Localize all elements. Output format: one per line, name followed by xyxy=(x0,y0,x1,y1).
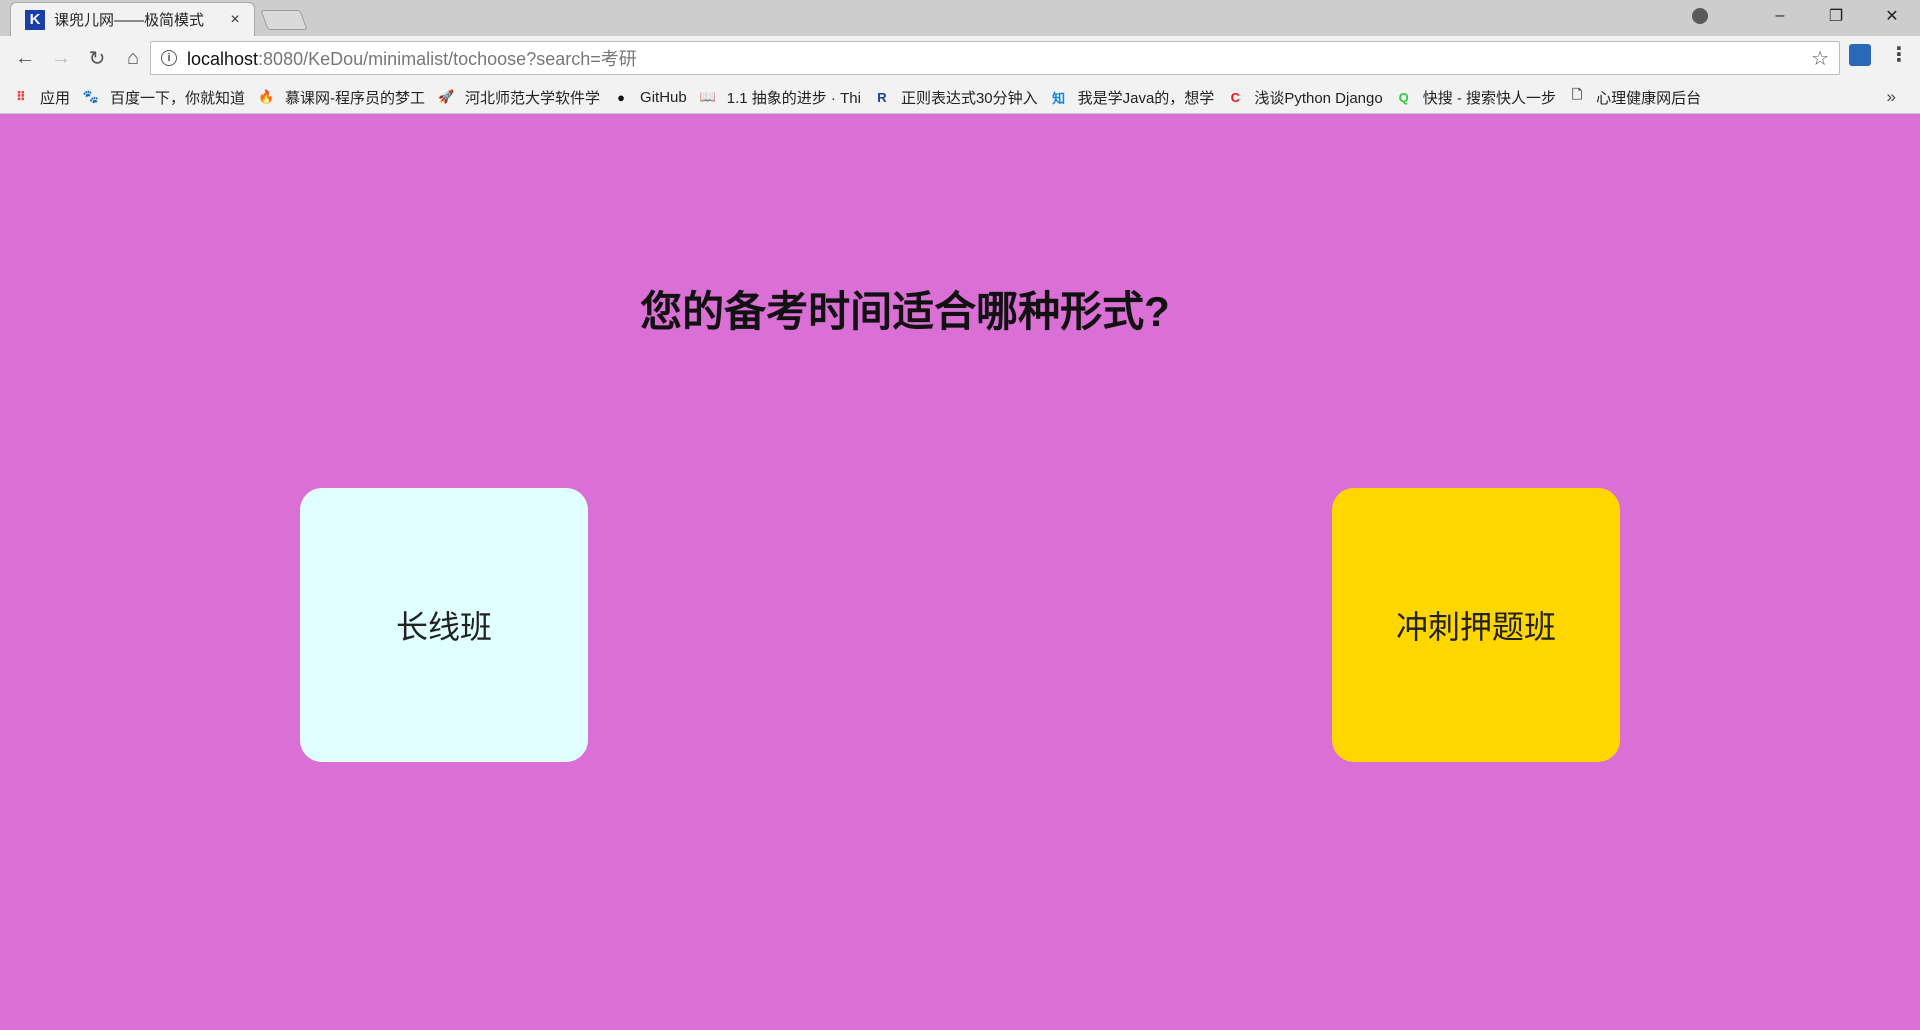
reload-button[interactable]: ↻ xyxy=(80,42,114,76)
page-content: 您的备考时间适合哪种形式? 长线班 冲刺押题班 xyxy=(0,115,1920,1030)
back-button[interactable]: ← xyxy=(8,42,42,76)
page-question-heading: 您的备考时间适合哪种形式? xyxy=(640,288,1170,335)
bookmark-item[interactable]: ● GitHub xyxy=(612,88,687,106)
kuaisou-icon: Q xyxy=(1398,89,1409,105)
bookmark-label: 我是学Java的，想学 xyxy=(1077,89,1215,107)
bookmark-item[interactable]: R 正则表达式30分钟入 xyxy=(873,87,1038,108)
site-info-icon[interactable]: i xyxy=(161,50,177,66)
bookmark-item[interactable]: C 浅谈Python Django xyxy=(1226,87,1383,108)
bookmark-star-icon[interactable]: ☆ xyxy=(1811,46,1829,71)
tab-title: 课兜儿网——极简模式 xyxy=(54,12,205,29)
bookmark-label: GitHub xyxy=(640,88,687,106)
book-icon: 📖 xyxy=(699,89,716,104)
zhihu-icon: 知 xyxy=(1052,90,1066,106)
tab-strip: K 课兜儿网——极简模式 × – ❐ ✕ xyxy=(0,0,1920,36)
bookmark-item[interactable]: 🐾 百度一下，你就知道 xyxy=(82,87,245,108)
github-icon: ● xyxy=(617,89,625,105)
bookmark-item[interactable]: 🚀 河北师范大学软件学 xyxy=(437,87,600,108)
extension-icon[interactable] xyxy=(1849,44,1871,66)
bookmarks-overflow-button[interactable]: » xyxy=(1887,87,1896,107)
bookmark-label: 百度一下，你就知道 xyxy=(110,89,246,107)
window-controls: – ❐ ✕ xyxy=(1692,0,1920,32)
restore-button[interactable]: ❐ xyxy=(1808,0,1864,32)
browser-menu-icon[interactable]: ⋮ xyxy=(1889,42,1909,67)
home-button[interactable]: ⌂ xyxy=(116,42,150,76)
bookmarks-bar: ⠿ 应用 🐾 百度一下，你就知道 🔥 慕课网-程序员的梦工 🚀 河北师范大学软件学 ● GitHu… xyxy=(0,81,1920,114)
bookmark-item[interactable]: 知我是学Java的，想学 xyxy=(1050,87,1215,108)
page-icon: 🗋 xyxy=(1571,87,1583,102)
close-window-button[interactable]: ✕ xyxy=(1864,0,1920,32)
url-host: localhost xyxy=(187,49,259,69)
site-favicon-icon: K xyxy=(25,9,45,30)
bookmark-item[interactable]: 🗋 心理健康网后台 xyxy=(1568,87,1701,108)
bookmark-label: 1.1 抽象的进步 · Thi xyxy=(726,89,861,107)
bookmark-item[interactable]: ⠿ 应用 xyxy=(12,87,70,108)
long-term-class-option[interactable]: 长线班 xyxy=(300,488,588,762)
baidu-paw-icon: 🐾 xyxy=(82,89,100,104)
browser-toolbar: ← → ↻ ⌂ i localhost:8080/KeDou/minimalis… xyxy=(0,36,1920,81)
bookmark-label: 慕课网-程序员的梦工 xyxy=(285,89,426,107)
sprint-class-option[interactable]: 冲刺押题班 xyxy=(1332,488,1620,762)
r-icon: R xyxy=(877,89,887,105)
minimize-button[interactable]: – xyxy=(1752,0,1808,32)
tab-close-icon[interactable]: × xyxy=(226,11,244,29)
profile-icon[interactable] xyxy=(1692,8,1708,24)
address-bar[interactable]: i localhost:8080/KeDou/minimalist/tochoo… xyxy=(150,41,1840,75)
forward-button[interactable]: → xyxy=(44,42,78,76)
bookmark-item[interactable]: Q 快搜 - 搜索快人一步 xyxy=(1395,87,1556,108)
csdn-icon: C xyxy=(1230,89,1240,105)
bookmark-label: 河北师范大学软件学 xyxy=(465,89,601,107)
browser-tab[interactable]: K 课兜儿网——极简模式 × xyxy=(10,2,255,36)
bookmark-label: 快搜 - 搜索快人一步 xyxy=(1422,89,1557,107)
bookmark-item[interactable]: 🔥 慕课网-程序员的梦工 xyxy=(257,87,425,108)
new-tab-button[interactable] xyxy=(260,10,308,30)
rocket-icon: 🚀 xyxy=(437,89,455,104)
flame-icon: 🔥 xyxy=(257,89,275,104)
bookmark-item[interactable]: 📖 1.1 抽象的进步 · Thi xyxy=(699,87,861,108)
url-text[interactable]: localhost:8080/KeDou/minimalist/tochoose… xyxy=(187,45,1811,71)
bookmark-label: 心理健康网后台 xyxy=(1596,89,1702,107)
bookmark-label: 浅谈Python Django xyxy=(1254,89,1383,107)
bookmark-label: 正则表达式30分钟入 xyxy=(900,89,1038,107)
bookmark-label: 应用 xyxy=(40,89,71,107)
apps-grid-icon: ⠿ xyxy=(15,89,27,104)
url-path: :8080/KeDou/minimalist/tochoose?search=考… xyxy=(258,49,637,69)
